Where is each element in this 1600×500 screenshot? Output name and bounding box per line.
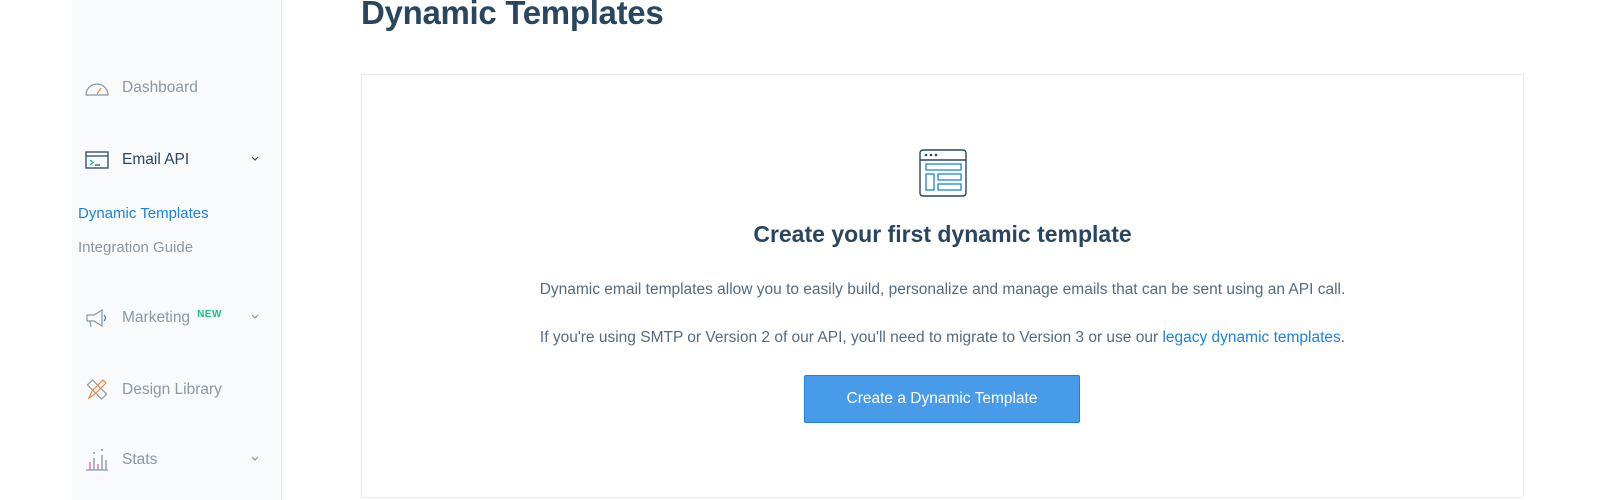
sidebar: Dashboard Email API Dynamic Templates In… [72,0,282,500]
migration-note-end: . [1340,329,1346,346]
create-dynamic-template-button[interactable]: Create a Dynamic Template [804,375,1080,423]
sidebar-subitem-dynamic-templates[interactable]: Dynamic Templates [78,205,209,222]
sidebar-item-marketing[interactable]: Marketing NEW [84,304,270,332]
template-layout-icon [919,149,967,197]
sidebar-item-label: Design Library [122,381,222,398]
sidebar-item-dashboard[interactable]: Dashboard [84,74,270,102]
chevron-down-icon[interactable] [248,310,262,324]
empty-state-heading: Create your first dynamic template [753,221,1132,247]
sidebar-item-label: Email API [122,151,190,168]
page-title: Dynamic Templates [361,0,664,31]
bar-stats-icon [84,449,110,471]
pencil-ruler-icon [84,379,110,401]
chevron-down-icon[interactable] [248,152,262,166]
sidebar-item-label: Marketing [122,309,191,326]
chevron-down-icon[interactable] [248,452,262,466]
sidebar-item-design-library[interactable]: Design Library [84,376,270,404]
megaphone-icon [84,307,110,329]
new-badge: NEW [197,308,222,320]
empty-state-card: Create your first dynamic template Dynam… [361,74,1524,498]
sidebar-item-email-api[interactable]: Email API [84,146,270,174]
legacy-templates-link[interactable]: legacy dynamic templates [1162,329,1340,346]
dashboard-gauge-icon [84,77,110,99]
migration-note-text: If you're using SMTP or Version 2 of our… [539,329,1163,346]
empty-state-description: Dynamic email templates allow you to eas… [539,281,1346,298]
migration-note: If you're using SMTP or Version 2 of our… [362,329,1523,347]
sidebar-item-label: Dashboard [122,79,198,96]
sidebar-item-label: Stats [122,451,158,468]
sidebar-item-stats[interactable]: Stats [84,446,270,474]
terminal-window-icon [84,149,110,171]
sidebar-subitem-integration-guide[interactable]: Integration Guide [78,239,193,256]
